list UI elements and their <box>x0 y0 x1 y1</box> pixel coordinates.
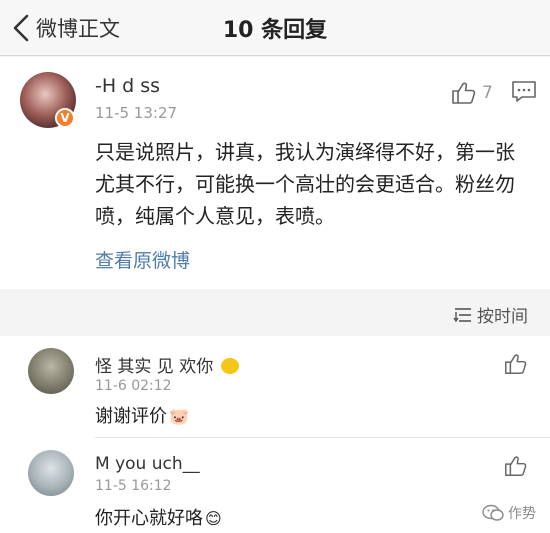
comment-icon[interactable] <box>511 80 537 104</box>
reply-text: 谢谢评价 🐷 <box>95 402 189 428</box>
reply-username[interactable]: 怪 其实 见 欢你 <box>95 352 239 377</box>
watermark: 作势 <box>482 503 536 523</box>
sort-by-time-button[interactable]: 按时间 <box>453 302 528 327</box>
thumbs-up-icon <box>452 82 476 104</box>
comment-text: 只是说照片，讲真，我认为演绎得不好，第一张尤其不行，可能换一个高壮的会更适合。粉… <box>95 140 515 228</box>
reply-list: 怪 其实 见 欢你 11-6 02:12 谢谢评价 🐷 M you uch__ 1… <box>0 336 550 533</box>
sort-icon <box>453 307 471 322</box>
view-original-link[interactable]: 查看原微博 <box>95 246 190 273</box>
reply-text-content: 谢谢评价 <box>95 406 167 427</box>
comment-timestamp: 11-5 13:27 <box>95 104 178 122</box>
reply-username[interactable]: M you uch__ <box>95 454 200 474</box>
thumbs-up-icon[interactable] <box>503 454 527 478</box>
wechat-icon <box>482 504 504 521</box>
reply-text: 你开心就好咯 😊 <box>95 504 222 530</box>
reply-timestamp: 11-6 02:12 <box>95 378 172 394</box>
crown-emoji-icon <box>220 358 239 374</box>
reply-timestamp: 11-5 16:12 <box>95 478 172 494</box>
top-navigation-bar: 微博正文 10 条回复 <box>0 0 550 56</box>
reply-item: 怪 其实 见 欢你 11-6 02:12 谢谢评价 🐷 <box>0 336 550 436</box>
reply-item: M you uch__ 11-5 16:12 你开心就好咯 😊 <box>0 438 550 533</box>
avatar[interactable] <box>28 348 74 394</box>
page-title: 10 条回复 <box>222 18 328 43</box>
reply-username-text: 怪 其实 见 欢你 <box>95 357 214 377</box>
sort-label: 按时间 <box>477 307 528 327</box>
thumbs-up-icon[interactable] <box>503 352 527 376</box>
verified-badge: V <box>55 108 75 128</box>
pig-emoji-icon: 🐷 <box>169 407 189 426</box>
reply-text-content: 你开心就好咯 <box>95 508 203 529</box>
comment-username[interactable]: -H d ss <box>95 75 160 97</box>
like-button[interactable]: 7 <box>450 80 493 106</box>
smile-emoji-icon: 😊 <box>205 509 222 528</box>
sort-bar: 按时间 <box>0 292 550 334</box>
like-count: 7 <box>482 83 493 103</box>
watermark-label: 作势 <box>508 506 536 522</box>
avatar[interactable] <box>28 450 74 496</box>
